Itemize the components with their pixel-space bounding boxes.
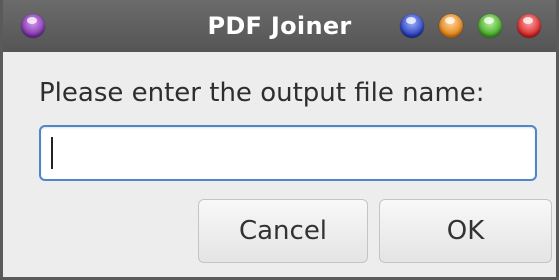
cancel-button[interactable]: Cancel	[198, 199, 368, 263]
ok-button[interactable]: OK	[379, 199, 552, 263]
window-title: PDF Joiner	[207, 12, 352, 40]
dialog-window: PDF Joiner Please enter the output file …	[0, 0, 559, 280]
close-icon[interactable]	[517, 14, 541, 38]
text-caret	[51, 137, 53, 169]
shade-icon[interactable]	[439, 14, 463, 38]
minimize-icon[interactable]	[400, 14, 424, 38]
title-bar[interactable]: PDF Joiner	[3, 0, 556, 52]
prompt-label: Please enter the output file name:	[39, 78, 485, 108]
maximize-icon[interactable]	[478, 14, 502, 38]
output-file-name-input[interactable]	[39, 125, 537, 181]
